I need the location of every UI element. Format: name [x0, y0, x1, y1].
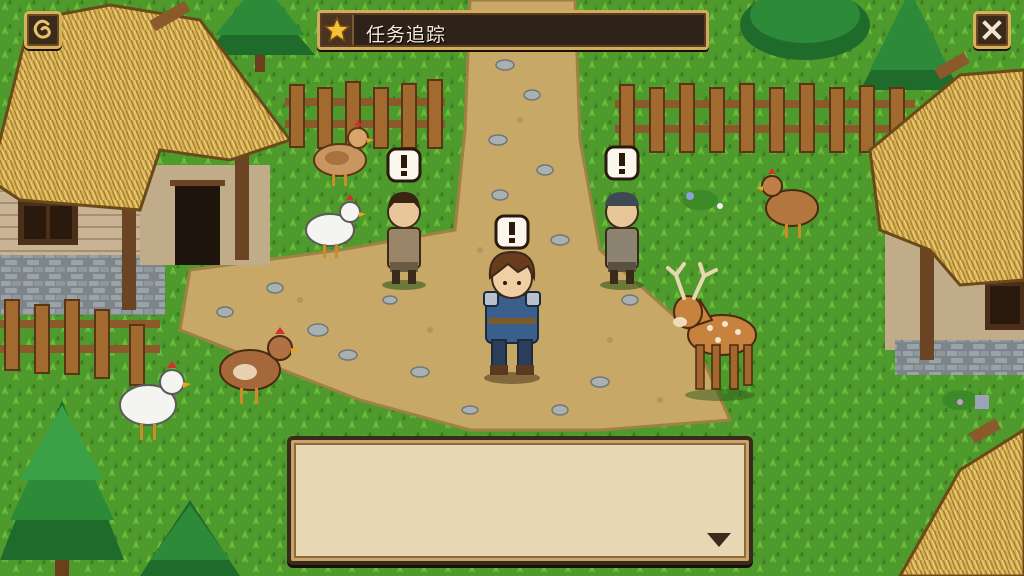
- quest-star-slot: [322, 15, 354, 45]
- quest-marker-villager-right: [604, 145, 640, 181]
- quest-tracker-label: 任务追踪: [366, 24, 447, 46]
- triangle-down-icon[interactable]: [707, 533, 731, 547]
- dialog-box[interactable]: [287, 436, 753, 565]
- quest-marker-villager-left: [386, 147, 422, 183]
- quest-marker-hero: [494, 214, 530, 250]
- menu-button[interactable]: [24, 11, 62, 49]
- star-icon: [323, 16, 351, 43]
- quest-tracker-button[interactable]: 任务追踪: [317, 10, 709, 50]
- swirl-menu-icon: [33, 19, 51, 39]
- close-icon: [982, 20, 1002, 40]
- close-button[interactable]: [973, 11, 1011, 49]
